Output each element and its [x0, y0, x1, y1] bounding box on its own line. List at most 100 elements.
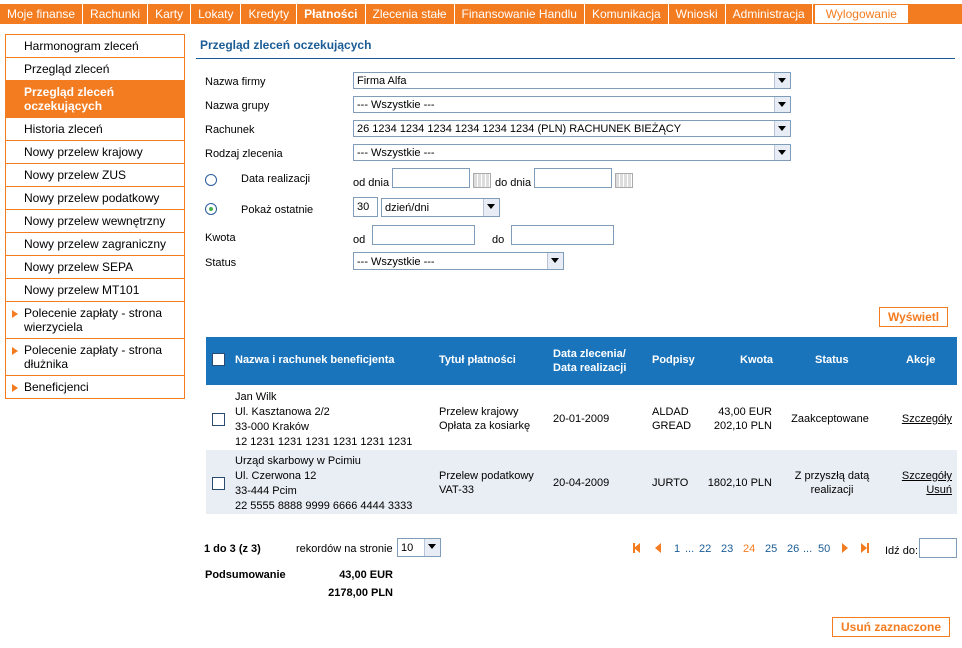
- top-navigation: Moje finanse Rachunki Karty Lokaty Kredy…: [0, 0, 962, 28]
- amount-from-input[interactable]: [372, 225, 475, 245]
- goto-page-input[interactable]: [919, 538, 957, 558]
- sidebar-item-przeglad-oczekujacych[interactable]: Przegląd zleceń oczekujących: [6, 81, 184, 118]
- calendar-icon[interactable]: [473, 173, 491, 188]
- page-link[interactable]: 50: [818, 543, 830, 555]
- col-amount[interactable]: Kwota: [740, 354, 773, 366]
- sidebar-item-beneficjenci[interactable]: Beneficjenci: [6, 376, 184, 399]
- beneficiary-name: Jan Wilk: [235, 391, 277, 403]
- details-link[interactable]: Szczegóły: [902, 469, 952, 483]
- sidebar-item-polecenie-dluznika[interactable]: Polecenie zapłaty - strona dłużnika: [6, 339, 184, 376]
- page-title: Przegląd zleceń oczekujących: [196, 34, 955, 59]
- next-page-icon[interactable]: [842, 543, 848, 553]
- show-last-unit-select[interactable]: dzień/dni: [381, 198, 500, 217]
- sidebar-item-label: Harmonogram zleceń: [24, 39, 139, 53]
- sidebar-item-harmonogram[interactable]: Harmonogram zleceń: [6, 35, 184, 58]
- col-signatures[interactable]: Podpisy: [652, 354, 695, 366]
- page-link-current[interactable]: 24: [743, 543, 755, 555]
- beneficiary-name: Urząd skarbowy w Pcimiu: [235, 455, 361, 467]
- chevron-down-icon: [774, 145, 790, 160]
- sidebar-item-label: Nowy przelew krajowy: [24, 145, 143, 159]
- order-date: 20-01-2009: [553, 413, 610, 425]
- amount-1: 43,00 EUR: [718, 406, 772, 418]
- nav-item-wnioski[interactable]: Wnioski: [669, 4, 726, 24]
- page-link[interactable]: 26: [787, 543, 799, 555]
- sidebar-item-label: Przegląd zleceń: [24, 62, 110, 76]
- nav-item-karty[interactable]: Karty: [148, 4, 192, 24]
- col-beneficiary[interactable]: Nazwa i rachunek beneficjenta: [235, 354, 395, 366]
- beneficiary-city: 33-444 Pcim: [235, 485, 297, 497]
- status-select[interactable]: --- Wszystkie ---: [353, 252, 564, 270]
- col-date-line2[interactable]: Data realizacji: [553, 362, 626, 374]
- from-day-label: od dnia: [353, 177, 390, 189]
- sidebar-item-label: Nowy przelew zagraniczny: [24, 237, 167, 251]
- sidebar-item-historia[interactable]: Historia zleceń: [6, 118, 184, 141]
- sidebar-item-label: Nowy przelew SEPA: [24, 260, 134, 274]
- col-status[interactable]: Status: [815, 354, 849, 366]
- per-page-value: 10: [401, 542, 414, 554]
- nav-item-kredyty[interactable]: Kredyty: [241, 4, 298, 24]
- nav-item-moje-finanse[interactable]: Moje finanse: [0, 4, 84, 24]
- company-select[interactable]: Firma Alfa: [353, 72, 791, 89]
- sidebar-item-polecenie-wierzyciela[interactable]: Polecenie zapłaty - strona wierzyciela: [6, 302, 184, 339]
- prev-page-icon[interactable]: [655, 543, 661, 553]
- amount-to-input[interactable]: [511, 225, 614, 245]
- page-link[interactable]: 23: [721, 543, 733, 555]
- sidebar-item-przelew-wewnetrzny[interactable]: Nowy przelew wewnętrzny: [6, 210, 184, 233]
- sidebar-item-przelew-krajowy[interactable]: Nowy przelew krajowy: [6, 141, 184, 164]
- delete-selected-button[interactable]: Usuń zaznaczone: [832, 617, 951, 637]
- calendar-icon[interactable]: [615, 173, 633, 188]
- nav-item-administracja[interactable]: Administracja: [726, 4, 813, 24]
- beneficiary-street: Ul. Kasztanowa 2/2: [235, 406, 330, 418]
- company-select-value: Firma Alfa: [357, 75, 407, 87]
- status-label: Status: [205, 257, 237, 269]
- date-to-input[interactable]: [534, 168, 612, 188]
- page-link[interactable]: 22: [699, 543, 711, 555]
- order-type-select[interactable]: --- Wszystkie ---: [353, 144, 791, 161]
- nav-item-rachunki[interactable]: Rachunki: [83, 4, 149, 24]
- triangle-right-icon: [12, 347, 18, 355]
- date-from-input[interactable]: [392, 168, 470, 188]
- sidebar-item-przeglad[interactable]: Przegląd zleceń: [6, 58, 184, 81]
- nav-item-lokaty[interactable]: Lokaty: [191, 4, 242, 24]
- record-range: 1 do 3 (z 3): [204, 543, 261, 555]
- sidebar: Harmonogram zleceń Przegląd zleceń Przeg…: [5, 34, 185, 399]
- order-type-select-value: --- Wszystkie ---: [357, 147, 435, 159]
- nav-item-zlecenia-stale[interactable]: Zlecenia stałe: [366, 4, 455, 24]
- show-button[interactable]: Wyświetl: [879, 307, 949, 327]
- row-checkbox[interactable]: [212, 413, 225, 426]
- select-all-checkbox[interactable]: [212, 353, 225, 366]
- show-last-radio[interactable]: [205, 203, 217, 215]
- col-date-line1[interactable]: Data zlecenia/: [553, 348, 626, 360]
- page-link[interactable]: 25: [765, 543, 777, 555]
- details-link[interactable]: Szczegóły: [902, 412, 952, 426]
- show-last-label: Pokaż ostatnie: [241, 204, 314, 216]
- sidebar-item-przelew-zus[interactable]: Nowy przelew ZUS: [6, 164, 184, 187]
- amount-2: 202,10 PLN: [713, 420, 772, 432]
- sidebar-item-przelew-podatkowy[interactable]: Nowy przelew podatkowy: [6, 187, 184, 210]
- row-checkbox[interactable]: [212, 477, 225, 490]
- table-row: Jan Wilk Ul. Kasztanowa 2/2 33-000 Krakó…: [206, 386, 957, 450]
- date-label: Data realizacji: [241, 173, 311, 185]
- nav-item-komunikacja[interactable]: Komunikacja: [585, 4, 669, 24]
- account-select[interactable]: 26 1234 1234 1234 1234 1234 1234 (PLN) R…: [353, 120, 791, 137]
- nav-item-finansowanie-handlu[interactable]: Finansowanie Handlu: [455, 4, 585, 24]
- signature-2: GREAD: [652, 420, 692, 432]
- status-select-value: --- Wszystkie ---: [357, 256, 435, 268]
- company-label: Nazwa firmy: [205, 76, 266, 88]
- sidebar-item-przelew-mt101[interactable]: Nowy przelew MT101: [6, 279, 184, 302]
- delete-link[interactable]: Usuń: [926, 483, 952, 497]
- beneficiary-street: Ul. Czerwona 12: [235, 470, 317, 482]
- group-select[interactable]: --- Wszystkie ---: [353, 96, 791, 113]
- logout-button[interactable]: Wylogowanie: [813, 4, 909, 24]
- status-text-2: realizacji: [810, 484, 854, 496]
- per-page-select[interactable]: 10: [397, 538, 441, 557]
- show-last-input[interactable]: 30: [353, 197, 378, 217]
- col-title[interactable]: Tytuł płatności: [439, 354, 516, 366]
- date-range-radio[interactable]: [205, 174, 217, 186]
- sidebar-item-przelew-sepa[interactable]: Nowy przelew SEPA: [6, 256, 184, 279]
- status-text: Z przyszłą datą: [794, 470, 870, 482]
- sidebar-item-label: Beneficjenci: [24, 380, 89, 394]
- nav-item-platnosci[interactable]: Płatności: [297, 4, 366, 24]
- sidebar-item-przelew-zagraniczny[interactable]: Nowy przelew zagraniczny: [6, 233, 184, 256]
- page-link[interactable]: 1: [674, 543, 680, 555]
